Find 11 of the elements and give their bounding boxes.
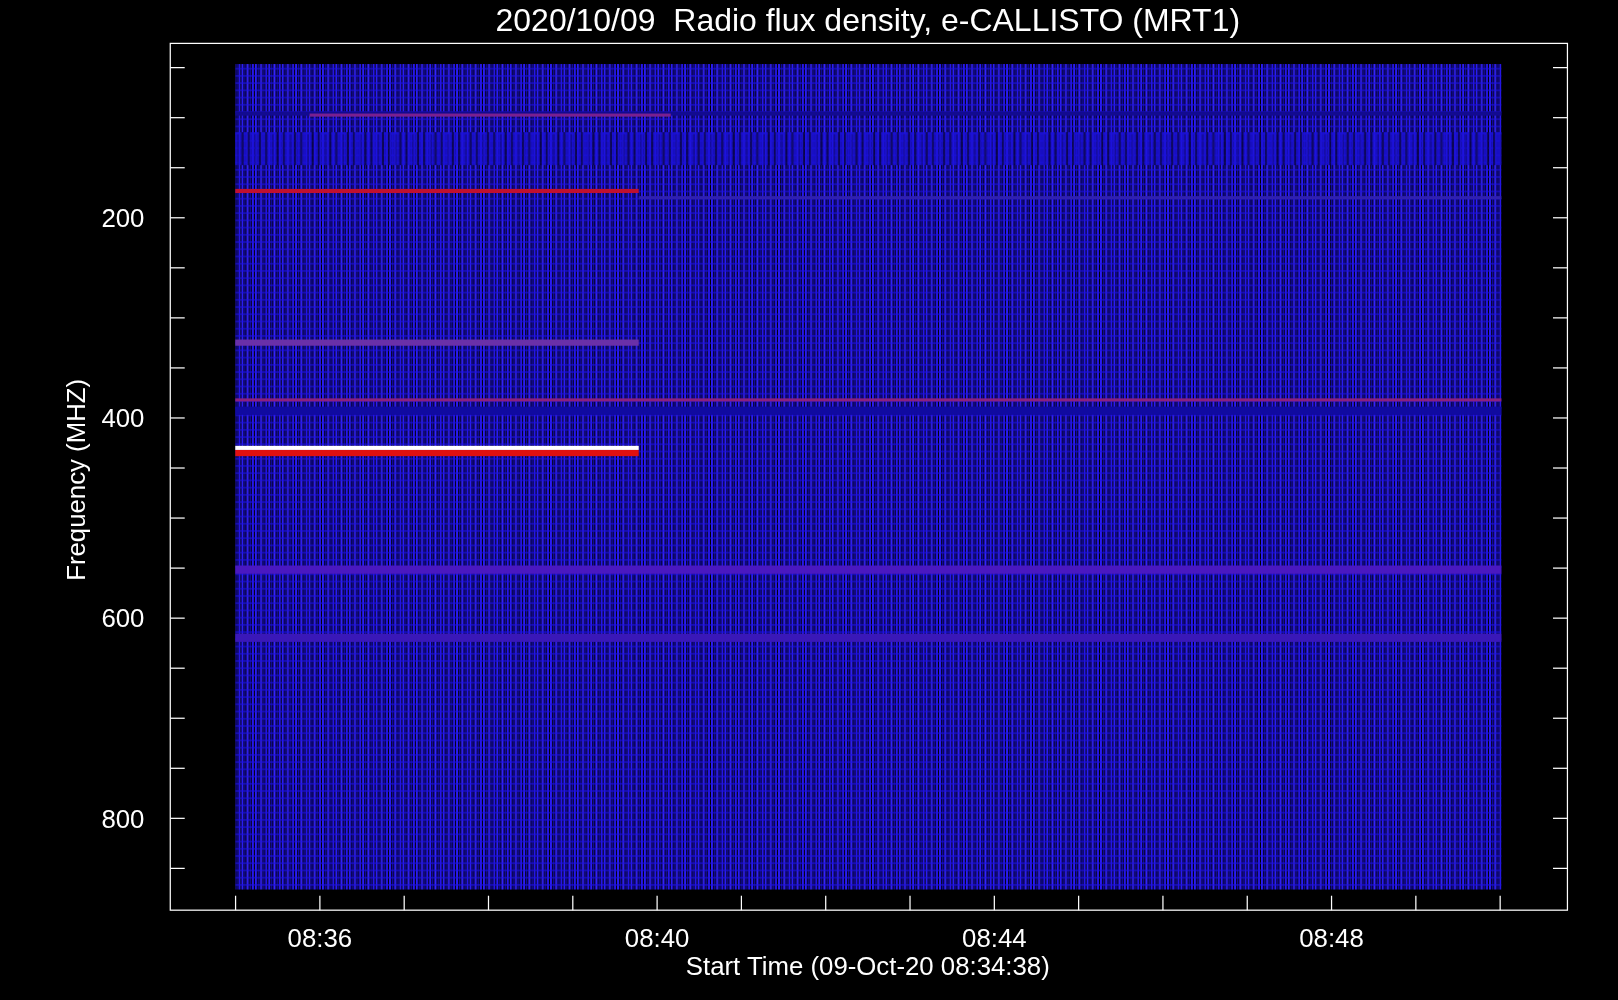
y-axis-title: Frequency (MHZ) (61, 378, 90, 581)
x-tick-label: 08:48 (1299, 924, 1364, 953)
x-axis-title: Start Time (09-Oct-20 08:34:38) (685, 952, 1050, 981)
x-tick-label: 08:36 (287, 924, 353, 953)
y-tick-label: 400 (101, 404, 145, 433)
chart-title: 2020/10/09 Radio flux density, e-CALLISTO (MRT1) (495, 2, 1241, 38)
y-tick-label: 800 (101, 804, 145, 833)
x-tick-label: 08:40 (624, 924, 690, 953)
y-tick-label: 600 (101, 604, 145, 633)
y-tick-label: 200 (101, 204, 145, 233)
x-tick-label: 08:44 (962, 924, 1027, 953)
